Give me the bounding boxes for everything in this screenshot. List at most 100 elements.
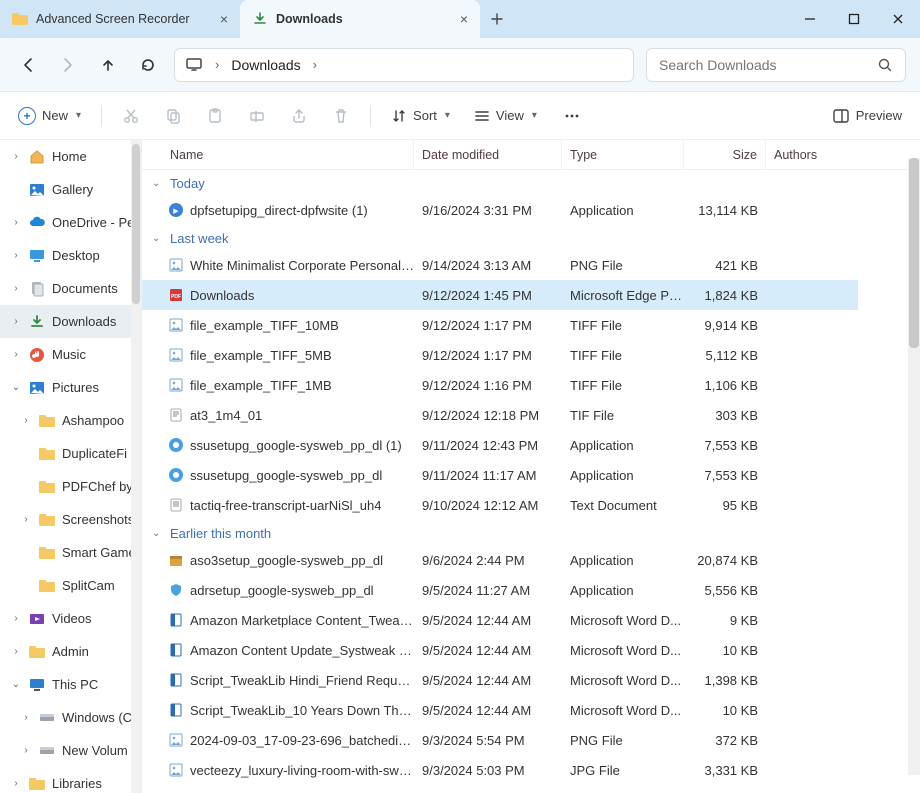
- back-button[interactable]: [14, 51, 42, 79]
- forward-button[interactable]: [54, 51, 82, 79]
- close-window-button[interactable]: [876, 0, 920, 38]
- up-button[interactable]: [94, 51, 122, 79]
- expand-icon[interactable]: ›: [10, 646, 22, 657]
- expand-icon[interactable]: ›: [10, 151, 22, 162]
- sidebar-item-music[interactable]: ›Music: [0, 338, 141, 371]
- minimize-button[interactable]: [788, 0, 832, 38]
- expand-icon[interactable]: ›: [10, 250, 22, 261]
- searchbox[interactable]: [646, 48, 906, 82]
- table-row[interactable]: Script_TweakLib Hindi_Friend Request Ya …: [142, 665, 858, 695]
- sidebar-item-downloads[interactable]: ›Downloads: [0, 305, 141, 338]
- expand-icon[interactable]: ›: [10, 217, 22, 228]
- file-name: vecteezy_luxury-living-room-with-swimm..…: [190, 763, 414, 778]
- chevron-right-icon[interactable]: ›: [313, 57, 317, 72]
- sidebar-item-screenshots[interactable]: ›Screenshots: [0, 503, 141, 536]
- file-date: 9/6/2024 2:44 PM: [414, 553, 562, 568]
- expand-icon[interactable]: ›: [20, 415, 32, 426]
- sidebar-item-documents[interactable]: ›Documents: [0, 272, 141, 305]
- table-row[interactable]: Script_TweakLib_10 Years Down The Lane..…: [142, 695, 858, 725]
- share-button[interactable]: [282, 103, 316, 129]
- sidebar-item-desktop[interactable]: ›Desktop: [0, 239, 141, 272]
- search-icon[interactable]: [877, 57, 893, 73]
- expand-icon[interactable]: ›: [10, 283, 22, 294]
- refresh-button[interactable]: [134, 51, 162, 79]
- group-header[interactable]: ⌄Last week: [142, 225, 920, 250]
- table-row[interactable]: tactiq-free-transcript-uarNiSl_uh49/10/2…: [142, 490, 858, 520]
- preview-button[interactable]: Preview: [824, 103, 910, 129]
- table-row[interactable]: ▶dpfsetupipg_direct-dpfwsite (1)9/16/202…: [142, 195, 858, 225]
- column-size[interactable]: Size: [684, 140, 766, 169]
- sidebar-item-home[interactable]: ›Home: [0, 140, 141, 173]
- tab-downloads[interactable]: Downloads ×: [240, 0, 480, 38]
- sidebar-item-splitcam[interactable]: SplitCam: [0, 569, 141, 602]
- sidebar-item-this-pc[interactable]: ⌄This PC: [0, 668, 141, 701]
- sidebar-item-libraries[interactable]: ›Libraries: [0, 767, 141, 793]
- table-row[interactable]: adrsetup_google-sysweb_pp_dl9/5/2024 11:…: [142, 575, 858, 605]
- new-tab-button[interactable]: [480, 0, 514, 38]
- chevron-right-icon[interactable]: ›: [215, 57, 219, 72]
- expand-icon[interactable]: ›: [20, 712, 32, 723]
- group-header[interactable]: ⌄Today: [142, 170, 920, 195]
- table-row[interactable]: file_example_TIFF_5MB9/12/2024 1:17 PMTI…: [142, 340, 858, 370]
- table-row[interactable]: ssusetupg_google-sysweb_pp_dl (1)9/11/20…: [142, 430, 858, 460]
- table-row[interactable]: White Minimalist Corporate Personal Prof…: [142, 250, 858, 280]
- column-name[interactable]: Name: [142, 140, 414, 169]
- expand-icon[interactable]: ›: [10, 778, 22, 789]
- addressbar[interactable]: › Downloads ›: [174, 48, 634, 82]
- scrollbar-thumb[interactable]: [909, 158, 919, 348]
- group-header[interactable]: ⌄Earlier this month: [142, 520, 920, 545]
- column-date[interactable]: Date modified: [414, 140, 562, 169]
- file-icon: [168, 702, 184, 718]
- table-row[interactable]: aso3setup_google-sysweb_pp_dl9/6/2024 2:…: [142, 545, 858, 575]
- search-input[interactable]: [659, 57, 877, 73]
- table-row[interactable]: PDFDownloads9/12/2024 1:45 PMMicrosoft E…: [142, 280, 858, 310]
- table-row[interactable]: ssusetupg_google-sysweb_pp_dl9/11/2024 1…: [142, 460, 858, 490]
- expand-icon[interactable]: ›: [10, 613, 22, 624]
- file-size: 1,106 KB: [684, 378, 766, 393]
- expand-icon[interactable]: ⌄: [10, 382, 22, 393]
- scrollbar-thumb[interactable]: [132, 144, 140, 304]
- more-button[interactable]: [553, 103, 591, 129]
- paste-button[interactable]: [198, 103, 232, 129]
- table-row[interactable]: file_example_TIFF_1MB9/12/2024 1:16 PMTI…: [142, 370, 858, 400]
- sidebar-item-onedrive-pe[interactable]: ›OneDrive - Pe: [0, 206, 141, 239]
- close-icon[interactable]: ×: [220, 11, 228, 27]
- column-type[interactable]: Type: [562, 140, 684, 169]
- table-row[interactable]: 2024-09-03_17-09-23-696_batcheditor_f...…: [142, 725, 858, 755]
- table-row[interactable]: file_example_TIFF_10MB9/12/2024 1:17 PMT…: [142, 310, 858, 340]
- filelist-scrollbar[interactable]: [908, 140, 920, 793]
- table-row[interactable]: Amazon Content Update_Systweak PDF E...9…: [142, 635, 858, 665]
- expand-icon[interactable]: ›: [20, 745, 32, 756]
- view-button[interactable]: View ▾: [466, 104, 545, 128]
- sidebar-item-pdfchef-by[interactable]: PDFChef by: [0, 470, 141, 503]
- copy-button[interactable]: [156, 103, 190, 129]
- sidebar-item-gallery[interactable]: Gallery: [0, 173, 141, 206]
- file-size: 7,553 KB: [684, 438, 766, 453]
- table-row[interactable]: vecteezy_luxury-living-room-with-swimm..…: [142, 755, 858, 785]
- expand-icon[interactable]: ›: [10, 349, 22, 360]
- sidebar-item-admin[interactable]: ›Admin: [0, 635, 141, 668]
- sidebar-item-ashampoo[interactable]: ›Ashampoo: [0, 404, 141, 437]
- table-row[interactable]: Amazon Marketplace Content_TweakSho...9/…: [142, 605, 858, 635]
- sort-button[interactable]: Sort ▾: [383, 104, 458, 128]
- rename-button[interactable]: [240, 103, 274, 129]
- close-icon[interactable]: ×: [460, 11, 468, 27]
- file-icon: [168, 672, 184, 688]
- table-row[interactable]: at3_1m4_019/12/2024 12:18 PMTIF File303 …: [142, 400, 858, 430]
- expand-icon[interactable]: ›: [20, 514, 32, 525]
- sidebar-item-smart-game[interactable]: Smart Game: [0, 536, 141, 569]
- sidebar-item-videos[interactable]: ›Videos: [0, 602, 141, 635]
- maximize-button[interactable]: [832, 0, 876, 38]
- sidebar-item-duplicatefi[interactable]: DuplicateFi: [0, 437, 141, 470]
- sidebar-item-new-volum[interactable]: ›New Volum: [0, 734, 141, 767]
- delete-button[interactable]: [324, 103, 358, 129]
- expand-icon[interactable]: ›: [10, 316, 22, 327]
- sidebar-item-pictures[interactable]: ⌄Pictures: [0, 371, 141, 404]
- sidebar-scrollbar[interactable]: [131, 140, 141, 793]
- new-button[interactable]: + New ▾: [10, 103, 89, 129]
- cut-button[interactable]: [114, 103, 148, 129]
- tab-advanced-screen-recorder[interactable]: Advanced Screen Recorder ×: [0, 0, 240, 38]
- expand-icon[interactable]: ⌄: [10, 679, 22, 690]
- column-authors[interactable]: Authors: [766, 140, 920, 169]
- sidebar-item-windows-c[interactable]: ›Windows (C: [0, 701, 141, 734]
